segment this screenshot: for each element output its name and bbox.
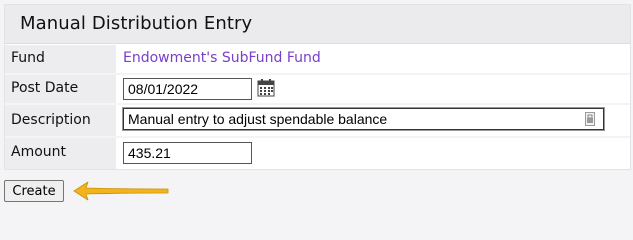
panel-title: Manual Distribution Entry (20, 13, 253, 34)
create-button[interactable]: Create (4, 180, 64, 202)
amount-label: Amount (11, 144, 67, 160)
post-date-row: Post Date (5, 75, 630, 105)
description-label-cell: Description (5, 105, 116, 136)
arrow-left-icon (73, 181, 169, 201)
fund-label: Fund (11, 50, 45, 66)
amount-row: Amount (5, 138, 630, 169)
description-label: Description (11, 112, 91, 128)
calendar-icon[interactable] (257, 79, 275, 97)
manual-distribution-panel: Manual Distribution Entry Fund Endowment… (4, 4, 631, 170)
description-input[interactable] (124, 109, 574, 129)
post-date-label: Post Date (11, 80, 79, 96)
post-date-input[interactable] (123, 78, 252, 100)
fund-row: Fund Endowment's SubFund Fund (5, 45, 630, 75)
post-date-label-cell: Post Date (5, 75, 116, 103)
amount-label-cell: Amount (5, 138, 116, 169)
description-row: Description (5, 105, 630, 138)
fund-link[interactable]: Endowment's SubFund Fund (123, 50, 321, 66)
panel-header: Manual Distribution Entry (5, 5, 630, 44)
description-field[interactable] (122, 107, 605, 131)
fund-label-cell: Fund (5, 45, 116, 73)
amount-input[interactable] (123, 142, 252, 164)
password-manager-icon[interactable] (585, 112, 595, 126)
